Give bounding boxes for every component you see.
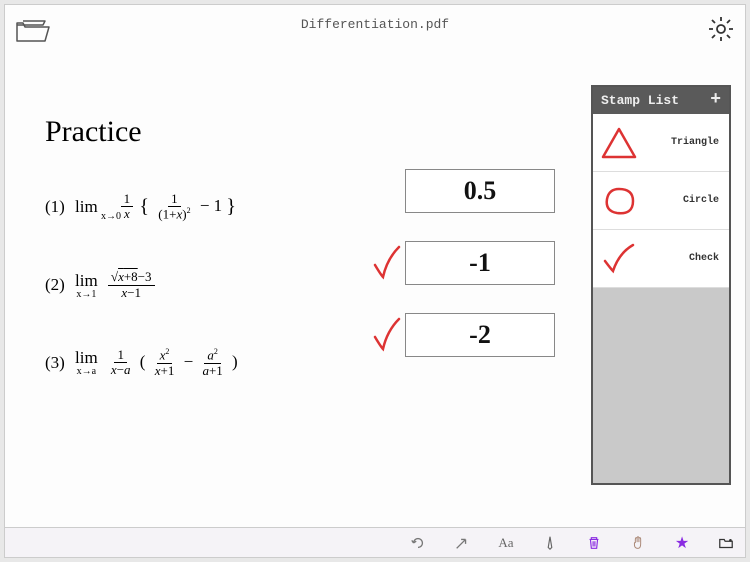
trash-icon[interactable] (585, 534, 603, 552)
stamp-panel-title: Stamp List (601, 93, 679, 108)
add-stamp-icon[interactable]: + (710, 94, 721, 107)
triangle-icon (599, 123, 639, 163)
check-mark-icon (373, 243, 401, 283)
answer-box[interactable]: -1 (405, 241, 555, 285)
answer-box[interactable]: -2 (405, 313, 555, 357)
stamp-item-circle[interactable]: Circle (593, 172, 729, 230)
text-tool-icon[interactable]: Aa (497, 534, 515, 552)
pen-icon[interactable] (541, 534, 559, 552)
problem-expression: lim x→0 1x { 1(1+x)2 − 1 } (75, 192, 236, 222)
pointer-arrow-icon[interactable] (453, 534, 471, 552)
problem-number: (1) (45, 197, 75, 217)
problem-expression: lim x→1 √x+8−3 x−1 (75, 270, 157, 300)
answer-row: -2 (373, 307, 555, 363)
stamp-label: Circle (639, 195, 723, 206)
stamp-list: Triangle Circle Check (593, 114, 729, 288)
top-bar: Differentiation.pdf (5, 5, 745, 51)
stamp-label: Check (639, 253, 723, 264)
star-icon[interactable]: ★ (673, 534, 691, 552)
folder-tool-icon[interactable] (717, 534, 735, 552)
problem-number: (2) (45, 275, 75, 295)
answer-row: 0.5 (373, 163, 555, 219)
answer-box[interactable]: 0.5 (405, 169, 555, 213)
hand-icon[interactable] (629, 534, 647, 552)
bottom-toolbar: Aa ★ (5, 527, 745, 557)
answers-column: 0.5 -1 -2 (373, 163, 555, 379)
check-icon (599, 239, 639, 279)
stamp-label: Triangle (639, 137, 723, 148)
check-mark-icon (373, 315, 401, 355)
undo-icon[interactable] (409, 534, 427, 552)
stamp-panel: Stamp List + Triangle Circle Check (591, 85, 731, 485)
stamp-item-triangle[interactable]: Triangle (593, 114, 729, 172)
problem-number: (3) (45, 353, 75, 373)
app-frame: Differentiation.pdf Practice (1) lim x→0 (4, 4, 746, 558)
circle-icon (599, 181, 639, 221)
check-mark-slot (373, 171, 401, 211)
stamp-item-check[interactable]: Check (593, 230, 729, 288)
gear-icon[interactable] (707, 15, 735, 43)
document-title: Differentiation.pdf (5, 17, 745, 32)
answer-row: -1 (373, 235, 555, 291)
problem-expression: lim x→a 1x−a ( x2x+1 − a2a+1 ) (75, 348, 238, 378)
stamp-panel-header: Stamp List + (593, 87, 729, 114)
